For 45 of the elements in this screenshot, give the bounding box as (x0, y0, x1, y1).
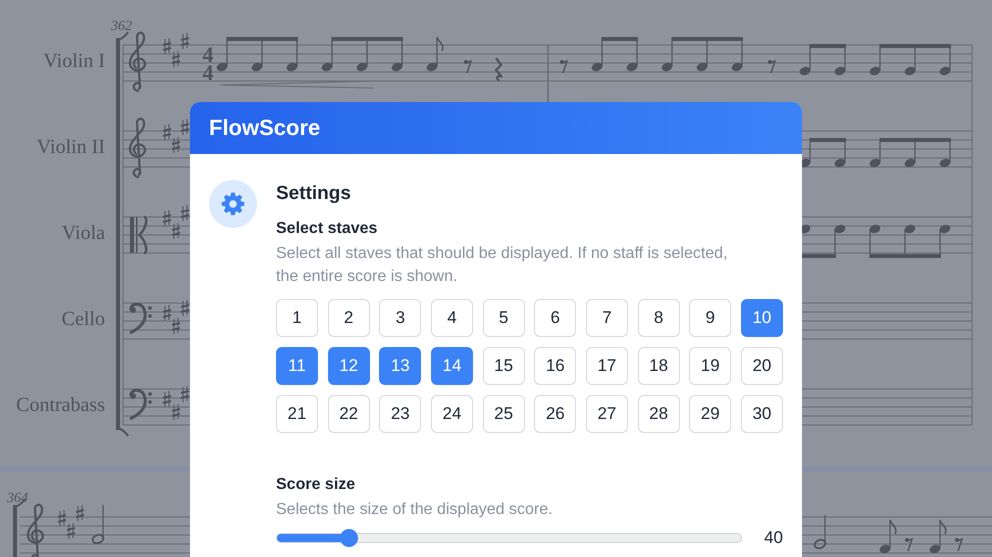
app-title: FlowScore (209, 115, 320, 141)
instrument-label: Violin II (36, 136, 105, 158)
staff-toggle[interactable]: 26 (534, 395, 576, 433)
settings-heading: Settings (276, 182, 352, 206)
staff-toggle[interactable]: 5 (482, 299, 525, 337)
staff-toggle[interactable]: 11 (276, 347, 318, 385)
staff-toggle[interactable]: 30 (740, 395, 783, 433)
staff-toggle[interactable]: 22 (328, 395, 370, 433)
staff-toggle[interactable]: 13 (379, 347, 422, 385)
staff-toggle[interactable]: 24 (430, 395, 473, 433)
staff-toggle[interactable]: 7 (586, 299, 628, 337)
staff-toggle[interactable]: 20 (740, 347, 783, 385)
score-size-value: 40 (764, 528, 783, 548)
section-description: Select all staves that should be displayed. If no staff is selected, the entire score is shown. (276, 244, 729, 287)
measure-number: 362 (111, 19, 132, 34)
staff-toggle[interactable]: 12 (328, 347, 370, 385)
instrument-label: Contrabass (16, 394, 105, 416)
staff-toggle[interactable]: 16 (534, 347, 576, 385)
instrument-label: Viola (62, 222, 105, 244)
staff-toggle[interactable]: 4 (430, 299, 473, 337)
staff-toggle[interactable]: 9 (689, 299, 732, 337)
staff-toggle[interactable]: 23 (379, 395, 422, 433)
section-description: Selects the size of the displayed score. (276, 500, 554, 520)
staff-toggle[interactable]: 17 (586, 347, 628, 385)
instrument-label: Cello (62, 308, 105, 330)
section-label: Score size (276, 475, 356, 495)
measure-number: 364 (7, 491, 28, 506)
staff-toggle[interactable]: 6 (534, 299, 576, 337)
instrument-label: Violin I (43, 50, 105, 72)
staff-toggle[interactable]: 8 (638, 299, 680, 337)
staff-toggle[interactable]: 21 (276, 395, 318, 433)
staff-toggle[interactable]: 28 (638, 395, 680, 433)
staff-toggle[interactable]: 18 (638, 347, 680, 385)
section-label: Select staves (276, 219, 378, 239)
staff-toggle[interactable]: 1 (276, 299, 318, 337)
staff-toggle[interactable]: 27 (586, 395, 628, 433)
staff-toggle[interactable]: 10 (740, 299, 783, 337)
staff-toggle[interactable]: 29 (689, 395, 732, 433)
staff-toggle[interactable]: 19 (689, 347, 732, 385)
staff-toggle[interactable]: 15 (482, 347, 525, 385)
staff-toggle[interactable]: 14 (430, 347, 473, 385)
staff-toggle[interactable]: 25 (482, 395, 525, 433)
staff-toggle[interactable]: 3 (379, 299, 422, 337)
time-signature-top: 4 (202, 42, 214, 67)
staff-toggle[interactable]: 2 (328, 299, 370, 337)
